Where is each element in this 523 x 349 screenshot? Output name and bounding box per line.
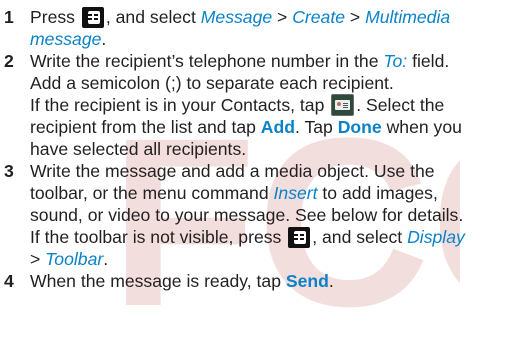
step-2-line-5: have selected all recipients. xyxy=(30,138,246,160)
step-2-line-2: Add a semicolon (;) to separate each rec… xyxy=(30,72,394,94)
step-1: 1 Press , and select Message > Create > … xyxy=(0,6,523,50)
step-number: 4 xyxy=(4,271,14,291)
step-text: , and select xyxy=(312,227,403,247)
step-3-line-1: Write the message and add a media object… xyxy=(30,160,435,182)
menu-item-message: Message xyxy=(200,7,273,27)
insert-command-label: Insert xyxy=(273,183,318,203)
menu-separator: > xyxy=(277,7,288,27)
step-3: 3 Write the message and add a media obje… xyxy=(0,160,523,270)
menu-item-toolbar: Toolbar xyxy=(45,249,104,269)
menu-separator: > xyxy=(349,7,361,27)
menu-key-icon xyxy=(288,227,311,248)
menu-item-multimedia-cont: message xyxy=(30,29,102,49)
step-2: 2 Write the recipient’s telephone number… xyxy=(0,50,523,160)
step-text: If the toolbar is not visible, press xyxy=(30,227,282,247)
step-4-line-1: When the message is ready, tap Send. xyxy=(30,270,334,292)
step-number: 3 xyxy=(4,161,14,181)
step-text: . xyxy=(101,29,107,49)
step-text: . xyxy=(103,249,109,269)
to-field-label: To: xyxy=(383,51,408,71)
step-2-line-1: Write the recipient’s telephone number i… xyxy=(30,50,449,72)
step-1-line-2: message. xyxy=(30,28,106,50)
step-text: Write the message and add a media object… xyxy=(30,161,435,181)
step-3-line-5: > Toolbar. xyxy=(30,248,108,270)
step-text: Write the recipient’s telephone number i… xyxy=(30,51,379,71)
step-text: when you xyxy=(386,117,462,137)
step-text: have selected all recipients. xyxy=(30,139,247,159)
step-4: 4 When the message is ready, tap Send. xyxy=(0,270,523,292)
instruction-list: 1 Press , and select Message > Create > … xyxy=(0,0,523,349)
done-button-label: Done xyxy=(337,117,382,137)
step-text: toolbar, or the menu command xyxy=(30,183,269,203)
step-text: Press xyxy=(30,7,75,27)
menu-item-create: Create xyxy=(292,7,346,27)
menu-item-display: Display xyxy=(407,227,465,247)
step-text: Add a semicolon (;) to separate each rec… xyxy=(30,73,394,93)
step-number: 1 xyxy=(4,7,14,27)
step-text: When the message is ready, tap xyxy=(30,271,282,291)
step-text: to add images, xyxy=(322,183,438,203)
step-number: 2 xyxy=(4,51,14,71)
menu-item-multimedia: Multimedia xyxy=(365,7,451,27)
step-text: . Select the xyxy=(356,95,445,115)
step-text: sound, or video to your message. See bel… xyxy=(30,205,464,225)
step-text: . xyxy=(328,271,334,291)
step-text: recipient from the list and tap xyxy=(30,117,256,137)
step-2-line-4: recipient from the list and tap Add. Tap… xyxy=(30,116,462,138)
send-button-label: Send xyxy=(285,271,329,291)
step-text: , and select xyxy=(105,7,196,27)
add-button-label: Add xyxy=(260,117,295,137)
menu-separator: > xyxy=(30,249,41,269)
step-2-line-3: If the recipient is in your Contacts, ta… xyxy=(30,94,444,116)
menu-key-icon xyxy=(81,7,104,28)
step-3-line-3: sound, or video to your message. See bel… xyxy=(30,204,463,226)
step-text: If the recipient is in your Contacts, ta… xyxy=(30,95,325,115)
step-3-line-4: If the toolbar is not visible, press , a… xyxy=(30,226,465,248)
step-3-line-2: toolbar, or the menu command Insert to a… xyxy=(30,182,438,204)
step-text: field. xyxy=(412,51,450,71)
step-1-line-1: Press , and select Message > Create > Mu… xyxy=(30,6,450,28)
contacts-key-icon xyxy=(331,94,355,116)
step-text: . Tap xyxy=(295,117,333,137)
